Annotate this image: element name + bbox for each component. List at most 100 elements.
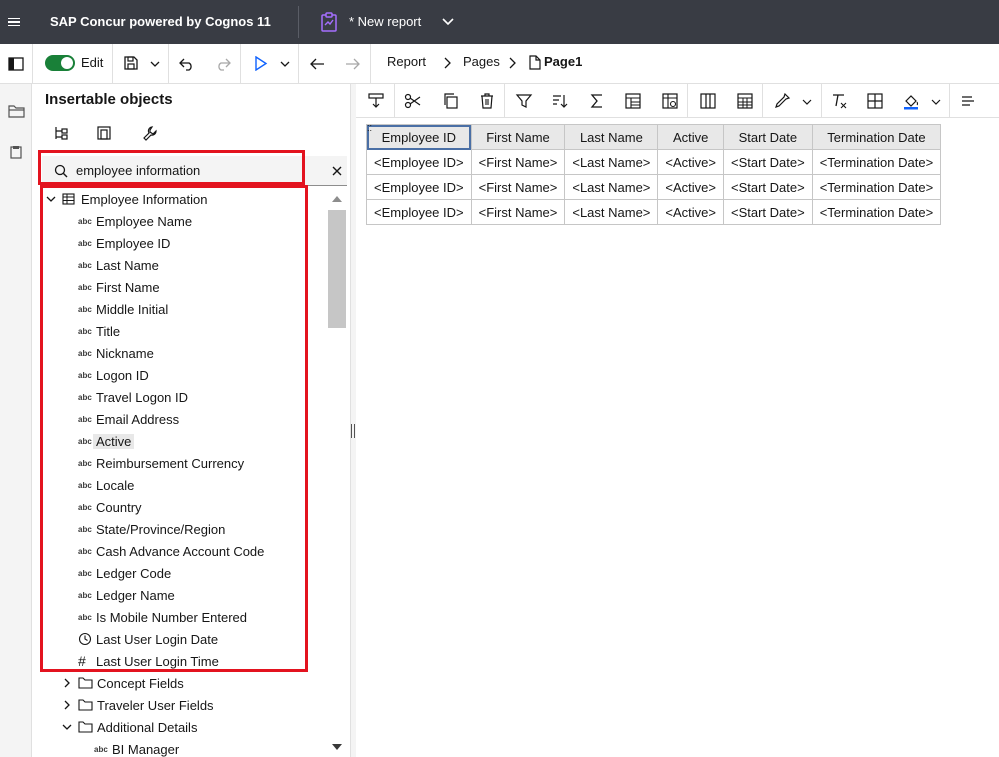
panel-toggle-icon[interactable] <box>8 57 24 71</box>
run-icon[interactable] <box>254 56 268 71</box>
breadcrumb-pages[interactable]: Pages <box>463 54 500 69</box>
tree-item-label: Concept Fields <box>97 675 184 691</box>
insert-row-icon[interactable] <box>736 92 754 110</box>
column-header[interactable]: First Name <box>470 124 566 150</box>
run-menu-chevron-down-icon[interactable] <box>280 60 290 68</box>
column-header[interactable]: Termination Date <box>811 124 942 150</box>
table-cell[interactable]: <Termination Date> <box>811 174 942 200</box>
page-icon <box>529 55 541 70</box>
text-field-icon: abc <box>94 744 108 754</box>
summarize-sigma-icon[interactable] <box>588 92 606 110</box>
scroll-down-arrow-icon[interactable] <box>332 744 342 750</box>
breadcrumb-chevron-right-icon <box>509 57 516 69</box>
breadcrumb-page1: Page1 <box>544 54 583 69</box>
canvas-toolbar <box>356 84 999 118</box>
table-cell[interactable]: <Termination Date> <box>811 199 942 225</box>
table-cell[interactable]: <Start Date> <box>723 199 813 225</box>
chevron-down-icon[interactable] <box>62 722 72 732</box>
chevron-right-icon[interactable] <box>62 700 72 710</box>
tree-folder-item[interactable]: Concept Fields <box>62 672 184 694</box>
report-title[interactable]: * New report <box>349 14 421 29</box>
pivot-icon[interactable] <box>661 92 679 110</box>
chevron-right-icon[interactable] <box>62 678 72 688</box>
borders-icon[interactable] <box>866 92 884 110</box>
table-cell[interactable]: <Start Date> <box>723 149 813 175</box>
panel-title: Insertable objects <box>45 91 173 108</box>
eyedropper-menu-chevron-down-icon[interactable] <box>802 98 812 106</box>
forward-arrow-icon[interactable] <box>345 57 361 71</box>
table-cell[interactable]: <Active> <box>657 174 724 200</box>
copy-icon[interactable] <box>442 92 460 110</box>
delete-icon[interactable] <box>478 92 496 110</box>
table-cell[interactable]: <Active> <box>657 149 724 175</box>
search-highlight-box <box>38 150 305 185</box>
column-header[interactable]: Start Date <box>723 124 813 150</box>
back-arrow-icon[interactable] <box>309 57 325 71</box>
folder-icon[interactable] <box>8 104 25 118</box>
report-menu-chevron-down-icon[interactable] <box>441 15 455 29</box>
column-header[interactable]: Active <box>657 124 724 150</box>
cut-icon[interactable] <box>404 92 422 110</box>
scrollbar-thumb[interactable] <box>328 210 346 328</box>
undo-icon[interactable] <box>179 57 195 71</box>
hamburger-menu-icon[interactable] <box>0 0 28 44</box>
toolbar-divider <box>240 44 241 84</box>
folder-icon <box>78 721 93 733</box>
toolbar-divider <box>32 44 33 84</box>
list-highlight-box <box>40 185 308 672</box>
table-cell[interactable]: <Start Date> <box>723 174 813 200</box>
toolbox-icon[interactable] <box>93 122 115 144</box>
table-row: <Employee ID> <First Name> <Last Name> <Act… <box>366 174 942 200</box>
redo-icon[interactable] <box>215 57 231 71</box>
clipboard-icon[interactable] <box>10 145 22 159</box>
save-icon[interactable] <box>124 56 138 70</box>
toolbar-divider <box>370 44 371 84</box>
table-cell[interactable]: <Active> <box>657 199 724 225</box>
insert-column-icon[interactable] <box>699 92 717 110</box>
toolbar-divider <box>949 84 950 118</box>
wrench-icon[interactable] <box>139 122 161 144</box>
table-corner-handle-icon[interactable]: ⁚⁚ <box>367 124 372 133</box>
edit-toggle[interactable] <box>45 55 75 71</box>
tree-field-item[interactable]: abc BI Manager <box>94 738 179 757</box>
filter-icon[interactable] <box>515 92 533 110</box>
folder-icon <box>78 677 93 689</box>
table-cell[interactable]: <Termination Date> <box>811 149 942 175</box>
report-list-table[interactable]: Employee ID First Name Last Name Active Star… <box>366 124 942 225</box>
tree-folder-item[interactable]: Additional Details <box>62 716 197 738</box>
fill-color-menu-chevron-down-icon[interactable] <box>931 98 941 106</box>
fill-color-icon[interactable] <box>902 92 920 110</box>
eyedropper-icon[interactable] <box>773 92 791 110</box>
clear-format-icon[interactable] <box>830 92 848 110</box>
clear-search-icon[interactable] <box>332 166 342 176</box>
table-cell[interactable]: <First Name> <box>470 174 566 200</box>
more-options-icon[interactable] <box>959 92 977 110</box>
table-cell[interactable]: <First Name> <box>470 199 566 225</box>
table-cell[interactable]: <Employee ID> <box>366 149 472 175</box>
table-cell[interactable]: <First Name> <box>470 149 566 175</box>
scroll-up-arrow-icon[interactable] <box>332 196 342 202</box>
report-icon <box>321 12 337 32</box>
breadcrumb-report[interactable]: Report <box>387 54 426 69</box>
save-menu-chevron-down-icon[interactable] <box>150 60 160 68</box>
toolbar-divider <box>762 84 763 118</box>
tree-item-label: Traveler User Fields <box>97 697 214 713</box>
table-cell[interactable]: <Employee ID> <box>366 174 472 200</box>
tree-item-label: Additional Details <box>97 719 198 735</box>
table-cell[interactable]: <Last Name> <box>564 149 659 175</box>
column-header[interactable]: Employee ID <box>366 124 472 150</box>
table-row: <Employee ID> <First Name> <Last Name> <Act… <box>366 149 942 175</box>
table-cell[interactable]: <Last Name> <box>564 174 659 200</box>
table-cell[interactable]: <Employee ID> <box>366 199 472 225</box>
toolbar-divider <box>112 44 113 84</box>
table-cell[interactable]: <Last Name> <box>564 199 659 225</box>
toolbar-divider <box>687 84 688 118</box>
select-ancestor-icon[interactable] <box>367 92 385 110</box>
panel-splitter[interactable] <box>350 84 356 757</box>
group-icon[interactable] <box>624 92 642 110</box>
sort-icon[interactable] <box>551 92 569 110</box>
tree-folder-item[interactable]: Traveler User Fields <box>62 694 214 716</box>
source-tree-icon[interactable] <box>50 122 72 144</box>
splitter-grip-icon[interactable] <box>351 424 355 438</box>
column-header[interactable]: Last Name <box>564 124 659 150</box>
